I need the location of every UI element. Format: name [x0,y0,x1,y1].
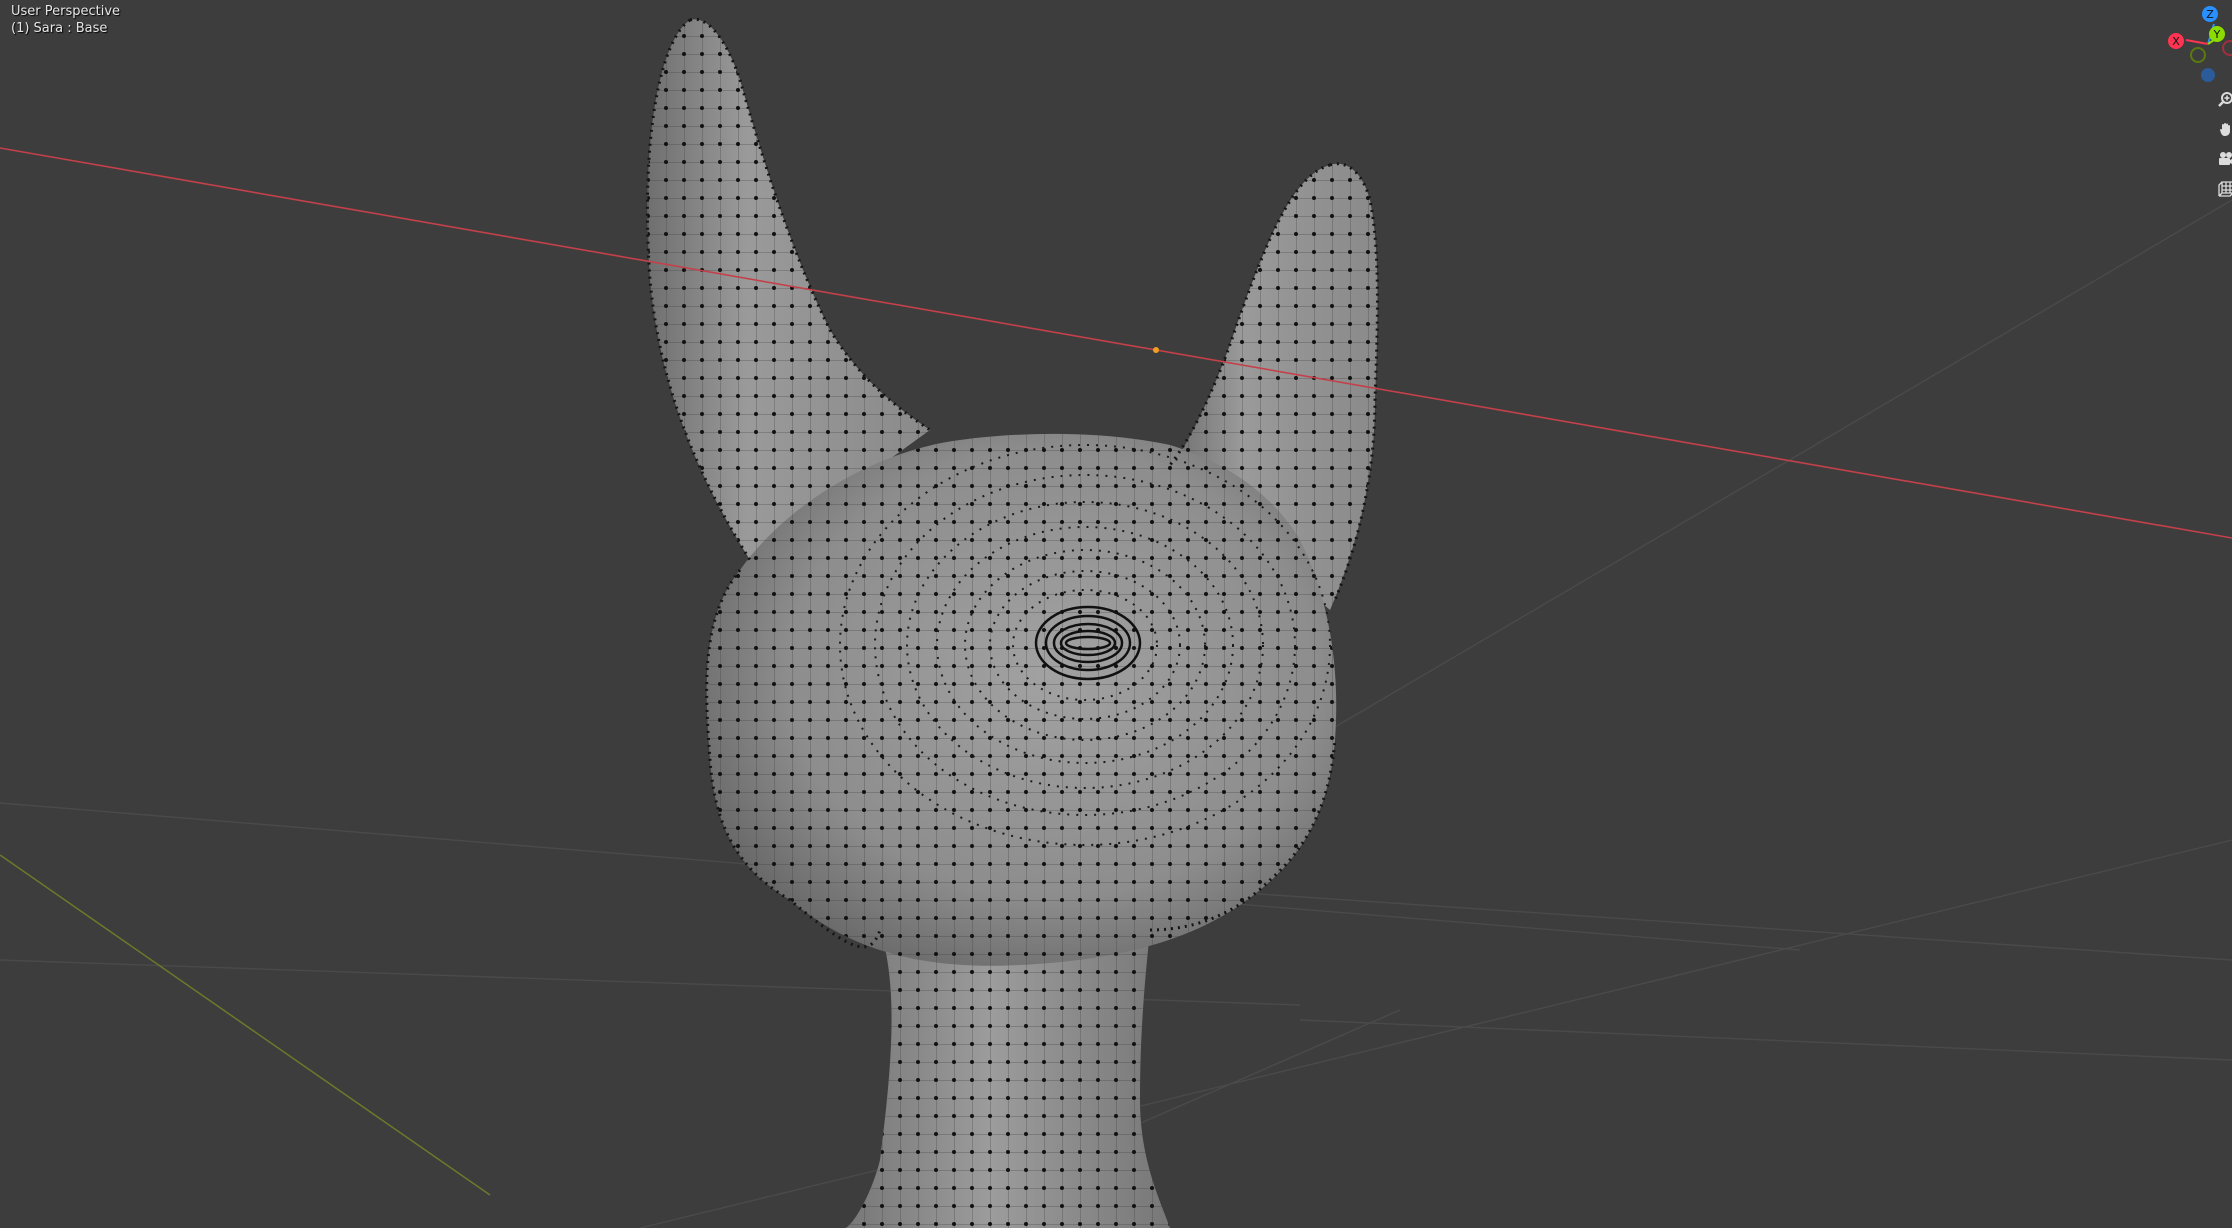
navigation-gizmo[interactable]: Z Y X [2142,0,2232,90]
camera-icon [2219,152,2232,165]
y-axis-line [0,854,491,1196]
hand-icon [2220,123,2230,136]
gizmo-x-axis[interactable]: X [2168,33,2184,49]
zoom-icon [2218,92,2232,107]
mesh-neck-wire [845,930,1170,1228]
grid-icon [2218,181,2232,197]
object-info-label: (1) Sara : Base [11,21,108,36]
gizmo-neg-x-axis[interactable] [2222,40,2232,56]
viewport-scene[interactable] [0,0,2232,1228]
gizmo-z-axis[interactable]: Z [2202,6,2218,22]
gizmo-x-label: X [2172,35,2180,48]
gizmo-neg-z-axis[interactable] [2201,68,2215,82]
gizmo-z-label: Z [2206,8,2214,21]
3d-viewport[interactable]: User Perspective (1) Sara : Base Z Y X [0,0,2232,1228]
ortho-toggle-button[interactable] [2210,176,2232,202]
mesh-head-wire [706,433,1337,966]
gizmo-y-label: Y [2213,28,2221,41]
view-name-label: User Perspective [11,4,121,19]
gizmo-y-axis[interactable]: Y [2209,26,2225,42]
object-origin[interactable] [1153,347,1159,353]
camera-view-button[interactable] [2210,146,2232,172]
zoom-button[interactable] [2210,86,2232,112]
gizmo-neg-y-axis[interactable] [2190,47,2206,63]
pan-button[interactable] [2210,116,2232,142]
